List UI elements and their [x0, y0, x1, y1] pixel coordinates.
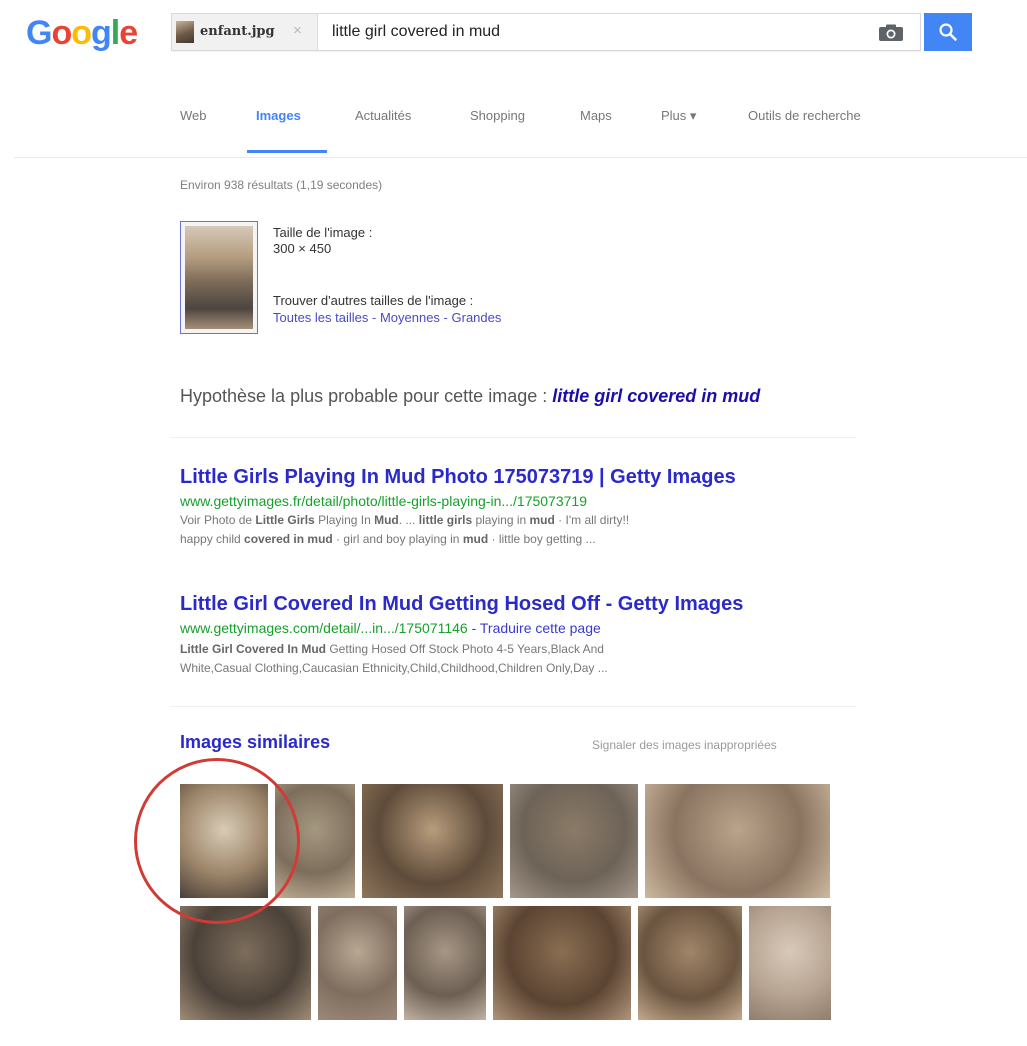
result-url: www.gettyimages.com/detail/...in.../1750…: [180, 620, 601, 636]
tab-shopping[interactable]: Shopping: [470, 108, 525, 123]
camera-icon[interactable]: [878, 24, 904, 42]
search-icon: [939, 23, 957, 41]
tab-maps[interactable]: Maps: [580, 108, 612, 123]
header: Google enfant.jpg × little girl covered …: [0, 0, 1027, 80]
similar-image-thumbnail[interactable]: [404, 906, 486, 1020]
snippet-text: Getting Hosed Off Stock Photo 4-5 Years,…: [326, 642, 604, 656]
query-image: [185, 226, 253, 329]
best-guess-prefix: Hypothèse la plus probable pour cette im…: [180, 386, 553, 406]
tab-images[interactable]: Images: [256, 108, 301, 123]
similar-images-heading[interactable]: Images similaires: [180, 732, 330, 753]
size-link-all[interactable]: Toutes les tailles: [273, 310, 368, 325]
snippet-highlight: covered in mud: [244, 532, 333, 546]
similar-image-thumbnail[interactable]: [318, 906, 397, 1020]
translate-link[interactable]: - Traduire cette page: [468, 620, 601, 636]
query-image-thumbnail[interactable]: [180, 221, 258, 334]
similar-image-thumbnail[interactable]: [749, 906, 831, 1020]
size-links: Toutes les tailles - Moyennes - Grandes: [273, 310, 501, 325]
divider: [14, 157, 1027, 158]
similar-image-thumbnail[interactable]: [510, 784, 638, 898]
best-guess: Hypothèse la plus probable pour cette im…: [180, 386, 760, 407]
similar-image-thumbnail[interactable]: [180, 906, 311, 1020]
snippet-line: Voir Photo de Little Girls Playing In Mu…: [180, 511, 840, 530]
snippet-text: Voir Photo de: [180, 513, 256, 527]
tab-more[interactable]: Plus ▾: [661, 108, 696, 124]
similar-image-thumbnail[interactable]: [493, 906, 631, 1020]
tab-search-tools[interactable]: Outils de recherche: [748, 108, 861, 123]
results-count: Environ 938 résultats (1,19 secondes): [180, 178, 383, 192]
active-tab-indicator: [247, 150, 327, 153]
chip-thumbnail: [176, 21, 194, 43]
result-title[interactable]: Little Girls Playing In Mud Photo 175073…: [180, 466, 736, 489]
logo-letter: G: [26, 14, 52, 52]
logo-letter: o: [71, 14, 92, 52]
similar-image-thumbnail[interactable]: [645, 784, 830, 898]
close-icon[interactable]: ×: [293, 22, 302, 39]
search-input[interactable]: little girl covered in mud: [332, 23, 500, 41]
snippet-text: · girl and boy playing in: [332, 532, 463, 546]
size-link-large[interactable]: Grandes: [452, 310, 502, 325]
separator: -: [439, 310, 452, 325]
snippet-line: happy child covered in mud · girl and bo…: [180, 530, 840, 549]
snippet-text: White,Casual Clothing,Caucasian Ethnicit…: [180, 661, 608, 675]
result-snippet: Voir Photo de Little Girls Playing In Mu…: [180, 511, 840, 549]
snippet-line: Little Girl Covered In Mud Getting Hosed…: [180, 640, 840, 659]
size-link-medium[interactable]: Moyennes: [380, 310, 440, 325]
report-images-link[interactable]: Signaler des images inappropriées: [592, 738, 777, 752]
similar-image-thumbnail[interactable]: [275, 784, 355, 898]
search-image-chip[interactable]: enfant.jpg ×: [172, 14, 318, 50]
best-guess-link[interactable]: little girl covered in mud: [552, 386, 760, 406]
result-url-text: www.gettyimages.com/detail/...in.../1750…: [180, 620, 468, 636]
similar-image-thumbnail[interactable]: [362, 784, 503, 898]
logo-letter: e: [119, 14, 138, 52]
snippet-line: White,Casual Clothing,Caucasian Ethnicit…: [180, 659, 840, 678]
search-bar[interactable]: enfant.jpg × little girl covered in mud: [171, 13, 921, 51]
chip-filename: enfant.jpg: [200, 24, 275, 39]
logo-letter: g: [91, 14, 112, 52]
snippet-text: · I'm all dirty!!: [554, 513, 630, 527]
snippet-highlight: little girls: [418, 513, 473, 527]
search-button[interactable]: [924, 13, 972, 51]
snippet-text: · little boy getting ...: [488, 532, 596, 546]
google-logo[interactable]: Google: [26, 14, 138, 53]
similar-image-thumbnail[interactable]: [180, 784, 268, 898]
snippet-highlight: mud: [529, 513, 555, 527]
snippet-highlight: Little Girl Covered In Mud: [180, 642, 327, 656]
divider: [170, 437, 856, 438]
logo-letter: o: [51, 14, 72, 52]
other-sizes-label: Trouver d'autres tailles de l'image :: [273, 293, 474, 308]
tab-web[interactable]: Web: [180, 108, 207, 123]
separator: -: [368, 310, 380, 325]
snippet-highlight: Little Girls: [255, 513, 315, 527]
similar-image-thumbnail[interactable]: [638, 906, 742, 1020]
image-size-label: Taille de l'image :: [273, 225, 373, 240]
result-title[interactable]: Little Girl Covered In Mud Getting Hosed…: [180, 593, 743, 616]
result-snippet: Little Girl Covered In Mud Getting Hosed…: [180, 640, 840, 678]
image-size-value: 300 × 450: [273, 241, 332, 256]
snippet-text: playing in: [472, 513, 530, 527]
snippet-highlight: Mud: [374, 513, 399, 527]
snippet-text: happy child: [180, 532, 245, 546]
tab-news[interactable]: Actualités: [355, 108, 411, 123]
snippet-highlight: mud: [462, 532, 489, 546]
logo-letter: l: [110, 14, 121, 52]
search-tabs: Web Images Actualités Shopping Maps Plus…: [0, 96, 1027, 156]
result-url: www.gettyimages.fr/detail/photo/little-g…: [180, 493, 587, 509]
snippet-text: . ...: [398, 513, 419, 527]
divider: [170, 706, 856, 707]
snippet-text: Playing In: [314, 513, 375, 527]
